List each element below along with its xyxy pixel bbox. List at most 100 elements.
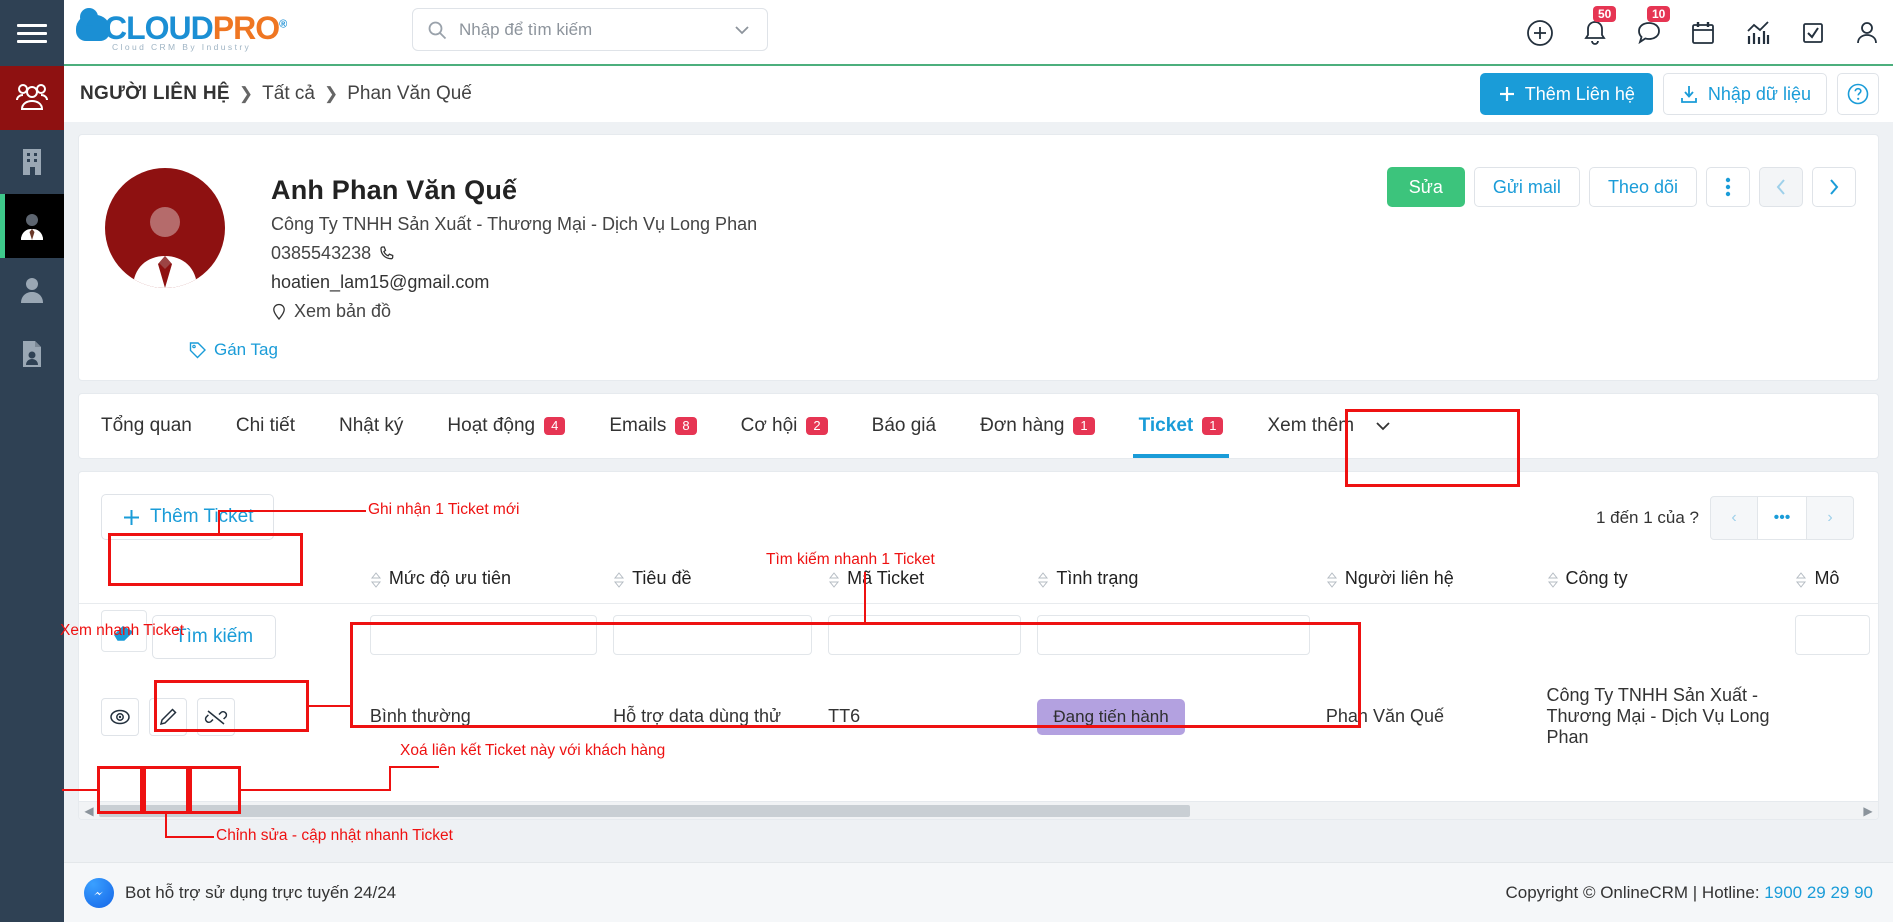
analytics-button[interactable] <box>1743 18 1773 48</box>
send-mail-button[interactable]: Gửi mail <box>1473 167 1580 207</box>
table-header: Mức độ ưu tiên Tiêu đề Mã Ticket Tình tr… <box>79 558 1878 604</box>
th-company[interactable]: Công ty <box>1538 558 1788 604</box>
clear-filters-button[interactable] <box>101 610 147 652</box>
edit-button[interactable]: Sửa <box>1386 167 1465 207</box>
th-code[interactable]: Mã Ticket <box>820 558 1030 604</box>
filter-input-code[interactable] <box>828 614 1022 655</box>
more-options-button[interactable] <box>1706 167 1750 207</box>
building-icon <box>23 149 41 175</box>
filter-cell-title <box>605 604 820 674</box>
pagination-buttons: ‹ ••• › <box>1710 496 1854 540</box>
filter-cell-status <box>1029 604 1318 674</box>
add-contact-button[interactable]: Thêm Liên hệ <box>1479 73 1653 115</box>
horizontal-scrollbar[interactable]: ◀ ▶ <box>79 801 1878 819</box>
prev-record-button[interactable] <box>1759 167 1803 207</box>
th-title[interactable]: Tiêu đề <box>605 558 821 604</box>
copyright: Copyright © OnlineCRM | Hotline: 1900 29… <box>1505 883 1873 903</box>
sidebar-item-contacts[interactable] <box>0 66 64 130</box>
tab-bar: Tổng quan Chi tiết Nhật ký Hoạt động 4 E… <box>78 393 1879 459</box>
notifications-button[interactable]: 50 <box>1581 6 1617 48</box>
filter-input-priority[interactable] <box>369 614 598 655</box>
tab-hoat-dong[interactable]: Hoạt động 4 <box>425 394 587 458</box>
assign-tag-button[interactable]: Gán Tag <box>189 340 278 360</box>
add-ticket-button[interactable]: Thêm Ticket <box>101 494 275 540</box>
follow-button[interactable]: Theo dõi <box>1588 167 1697 207</box>
import-data-button[interactable]: Nhập dữ liệu <box>1662 73 1827 115</box>
pagination-more-button[interactable]: ••• <box>1758 496 1806 540</box>
account-button[interactable] <box>1853 18 1881 48</box>
sidebar-item-persons[interactable] <box>0 194 64 258</box>
sidebar-item-companies[interactable] <box>0 130 64 194</box>
menu-toggle-button[interactable] <box>0 0 64 66</box>
chevron-down-icon <box>1376 422 1390 431</box>
tab-nhat-ky[interactable]: Nhật ký <box>317 394 425 458</box>
tab-tong-quan[interactable]: Tổng quan <box>79 394 214 458</box>
tab-bao-gia[interactable]: Báo giá <box>850 394 958 458</box>
eraser-icon <box>113 626 134 641</box>
add-circle-button[interactable] <box>1525 18 1555 48</box>
tab-xem-them[interactable]: Xem thêm <box>1245 394 1415 458</box>
search-input[interactable] <box>459 19 731 40</box>
logo-main-text: CLOUD <box>104 10 214 46</box>
breadcrumb-item-current[interactable]: Phan Văn Quế <box>347 83 472 105</box>
tab-emails[interactable]: Emails 8 <box>587 394 718 458</box>
tab-label: Chi tiết <box>235 415 295 436</box>
tab-ticket[interactable]: Ticket 1 <box>1117 394 1246 458</box>
tab-label: Hoạt động <box>447 415 536 436</box>
tab-chi-tiet[interactable]: Chi tiết <box>214 394 317 458</box>
messages-button[interactable]: 10 <box>1635 6 1671 48</box>
profile-email[interactable]: hoatien_lam15@gmail.com <box>271 272 489 293</box>
breadcrumb: NGƯỜI LIÊN HỆ ❯ Tất cả ❯ Phan Văn Quế <box>80 83 472 105</box>
hamburger-icon <box>17 19 47 48</box>
unlink-ticket-button[interactable] <box>197 697 236 736</box>
chevron-down-icon[interactable] <box>731 19 753 41</box>
app-logo[interactable]: CLOUDPRO® Cloud CRM By Industry <box>76 8 287 52</box>
profile-map-label: Xem bản đồ <box>294 301 392 321</box>
pagination-next-button[interactable]: › <box>1806 496 1854 540</box>
user-icon <box>21 278 43 303</box>
logo-registered-mark: ® <box>279 18 287 31</box>
edit-ticket-button[interactable] <box>149 697 188 736</box>
import-download-icon <box>1680 86 1697 103</box>
search-tickets-button[interactable]: Tìm kiếm <box>152 615 277 659</box>
scroll-left-arrow[interactable]: ◀ <box>79 804 99 818</box>
th-priority[interactable]: Mức độ ưu tiên <box>361 558 606 604</box>
filter-cell-code <box>820 604 1029 674</box>
profile-map-line[interactable]: Xem bản đồ <box>271 301 1856 322</box>
global-search[interactable] <box>412 8 768 51</box>
tab-label: Nhật ký <box>339 415 404 436</box>
tab-don-hang[interactable]: Đơn hàng 1 <box>958 394 1117 458</box>
hotline-link[interactable]: 1900 29 29 90 <box>1764 883 1873 902</box>
table-row[interactable]: Bình thường Hỗ trợ data dùng thử TT6 Đan… <box>79 673 1878 760</box>
filter-cell-contact <box>1318 604 1539 674</box>
phone-icon[interactable] <box>378 245 396 263</box>
scrollbar-thumb[interactable] <box>99 804 1190 817</box>
sort-icon <box>614 572 625 588</box>
tab-badge: 1 <box>1202 417 1224 435</box>
help-button[interactable] <box>1837 73 1879 115</box>
vertical-dots-icon <box>1725 177 1731 197</box>
th-status[interactable]: Tình trạng <box>1029 558 1318 604</box>
breadcrumb-item-all[interactable]: Tất cả <box>262 83 315 105</box>
sort-icon <box>1038 572 1049 588</box>
filter-input-title[interactable] <box>613 614 813 655</box>
scrollbar-track[interactable] <box>99 804 1858 817</box>
filter-input-status[interactable] <box>1037 614 1310 655</box>
tasks-button[interactable] <box>1799 18 1827 48</box>
analytics-icon <box>1747 21 1770 44</box>
calendar-button[interactable] <box>1689 18 1717 48</box>
app-root: CLOUDPRO® Cloud CRM By Industry Nhập để … <box>0 0 1893 922</box>
support-bot-link[interactable]: Bot hỗ trợ sử dụng trực tuyến 24/24 <box>84 877 396 908</box>
sidebar-item-documents[interactable] <box>0 322 64 386</box>
view-ticket-button[interactable] <box>101 697 139 736</box>
next-record-button[interactable] <box>1812 167 1856 207</box>
pagination-prev-button[interactable]: ‹ <box>1710 496 1758 540</box>
tab-co-hoi[interactable]: Cơ hội 2 <box>719 394 850 458</box>
sidebar-item-users[interactable] <box>0 258 64 322</box>
tab-label: Đơn hàng <box>980 415 1065 436</box>
th-contact[interactable]: Người liên hệ <box>1317 558 1539 604</box>
th-desc[interactable]: Mô <box>1787 558 1878 604</box>
unlink-icon <box>204 709 228 725</box>
filter-input-desc[interactable] <box>1795 614 1870 655</box>
scroll-right-arrow[interactable]: ▶ <box>1858 804 1878 818</box>
